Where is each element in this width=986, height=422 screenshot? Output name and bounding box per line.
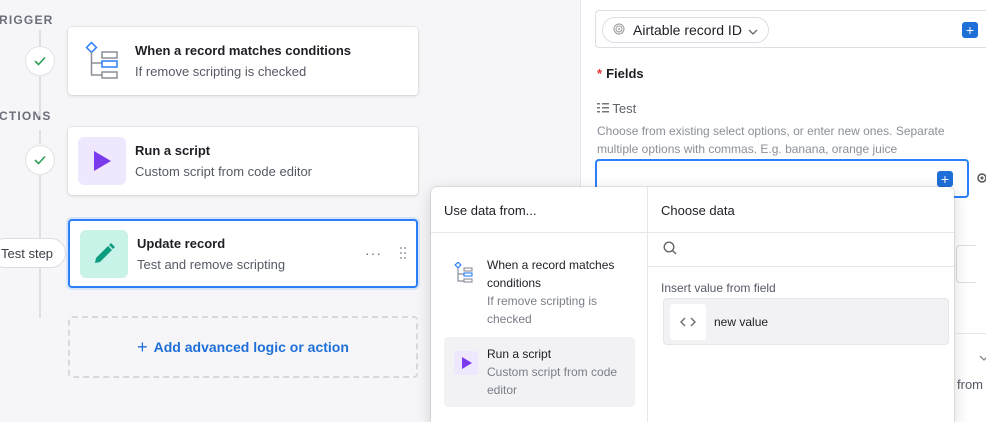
choose-data-column: Choose data Insert value from field new … xyxy=(648,187,954,422)
connector-line xyxy=(39,130,41,144)
run-script-card-subtitle: Custom script from code editor xyxy=(135,164,313,179)
search-icon xyxy=(663,241,677,258)
script-status-check-icon xyxy=(25,145,55,175)
insert-value-label: Insert value from field xyxy=(661,281,776,295)
field-value-option[interactable]: new value xyxy=(663,298,949,345)
data-source-column: Use data from... When a record matches c… xyxy=(431,187,648,422)
trigger-status-check-icon xyxy=(25,46,55,76)
choose-data-header: Choose data xyxy=(648,187,954,233)
update-record-card[interactable]: Update record Test and remove scripting … xyxy=(68,219,418,288)
gear-icon[interactable] xyxy=(976,171,986,188)
single-select-icon xyxy=(597,101,612,116)
play-icon xyxy=(78,137,126,185)
record-id-field[interactable]: Airtable record ID + xyxy=(595,10,986,48)
connector-line xyxy=(39,30,41,46)
connector-line xyxy=(39,174,41,238)
connector-line xyxy=(39,268,41,318)
record-id-token-label: Airtable record ID xyxy=(633,22,742,38)
insert-data-plus-icon[interactable]: + xyxy=(937,171,953,187)
trigger-conditions-icon xyxy=(78,37,126,85)
source-item-subtitle: Custom script from code editor xyxy=(487,365,618,397)
fields-section-label: * Fields xyxy=(597,66,644,81)
plus-icon: + xyxy=(137,336,148,357)
partial-text: from xyxy=(957,377,983,392)
source-item-subtitle: If remove scripting is checked xyxy=(487,294,598,326)
actions-section-label: CTIONS xyxy=(0,109,52,123)
trigger-section-label: RIGGER xyxy=(0,13,54,27)
test-step-label: Test step xyxy=(1,245,54,261)
divider xyxy=(956,333,986,334)
insert-data-plus-icon[interactable]: + xyxy=(962,22,978,38)
add-advanced-logic-label: Add advanced logic or action xyxy=(153,339,349,355)
record-id-token[interactable]: Airtable record ID xyxy=(602,17,769,43)
drag-handle-icon[interactable] xyxy=(400,247,406,262)
trigger-card-subtitle: If remove scripting is checked xyxy=(135,64,307,79)
more-options-icon[interactable]: ··· xyxy=(365,245,382,261)
chevron-down-icon xyxy=(748,22,758,38)
data-search-input[interactable] xyxy=(648,233,954,267)
trigger-conditions-icon xyxy=(454,261,478,328)
trigger-card-title: When a record matches conditions xyxy=(135,43,351,58)
test-field-label: Test xyxy=(597,101,636,116)
field-input-stub[interactable] xyxy=(956,245,976,283)
fingerprint-icon xyxy=(613,22,625,38)
update-record-card-title: Update record xyxy=(137,235,226,251)
pencil-icon xyxy=(80,229,128,278)
chevron-down-icon[interactable] xyxy=(979,350,986,364)
test-step-button[interactable]: Test step xyxy=(0,238,67,268)
code-icon xyxy=(670,303,706,340)
data-picker-popover: Use data from... When a record matches c… xyxy=(431,187,954,422)
add-advanced-logic-button[interactable]: + Add advanced logic or action xyxy=(68,316,418,378)
field-value-label: new value xyxy=(714,314,769,329)
test-field-name: Test xyxy=(612,101,637,116)
test-field-hint: Choose from existing select options, or … xyxy=(597,124,945,156)
fields-label-text: Fields xyxy=(606,66,644,81)
connector-line xyxy=(39,76,41,116)
play-icon xyxy=(454,351,478,399)
source-item-title: Run a script xyxy=(487,347,552,361)
source-item-trigger[interactable]: When a record matches conditions If remo… xyxy=(444,248,635,336)
trigger-card[interactable]: When a record matches conditions If remo… xyxy=(68,27,418,95)
run-script-card-title: Run a script xyxy=(135,143,211,158)
update-record-card-subtitle: Test and remove scripting xyxy=(137,256,286,272)
source-item-title: When a record matches conditions xyxy=(487,258,615,290)
run-script-card[interactable]: Run a script Custom script from code edi… xyxy=(68,127,418,195)
source-item-script[interactable]: Run a script Custom script from code edi… xyxy=(444,337,635,407)
required-marker: * xyxy=(597,66,603,81)
use-data-from-header: Use data from... xyxy=(431,187,647,233)
